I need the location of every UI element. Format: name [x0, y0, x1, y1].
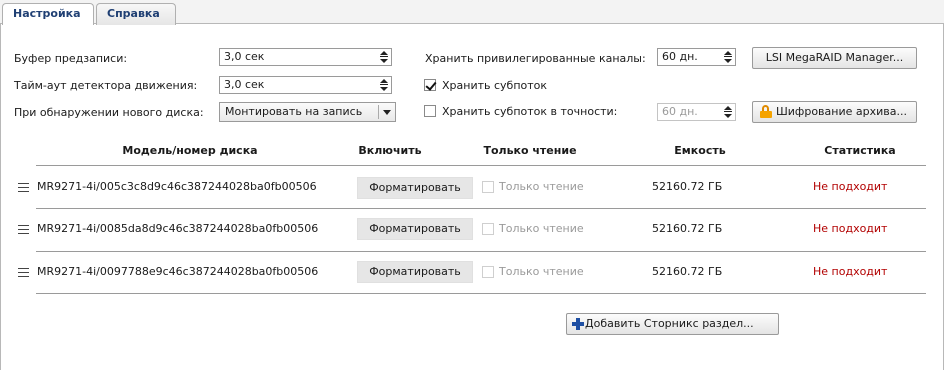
column-header-model: Модель/номер диска [122, 144, 258, 157]
spin-arrows-icon[interactable] [379, 77, 389, 93]
disk-capacity: 52160.72 ГБ [652, 180, 723, 193]
encrypt-archive-button[interactable]: Шифрование архива... [752, 101, 917, 123]
disk-capacity: 52160.72 ГБ [652, 222, 723, 235]
lock-icon [760, 105, 772, 118]
keep-substream-exact-value: 60 дн. [662, 105, 698, 118]
add-partition-button[interactable]: Добавить Сторникс раздел... [566, 313, 779, 335]
privileged-channels-value: 60 дн. [662, 50, 698, 63]
privileged-channels-label: Хранить привилегированные каналы: [425, 52, 646, 65]
new-disk-label: При обнаружении нового диска: [14, 106, 204, 119]
column-header-capacity: Емкость [674, 144, 726, 157]
prebuffer-label: Буфер предзаписи: [14, 52, 128, 65]
prebuffer-spinbox[interactable]: 3,0 сек [219, 48, 392, 66]
plus-icon [572, 318, 584, 330]
readonly-checkbox[interactable] [482, 181, 494, 193]
format-button[interactable]: Форматировать [357, 177, 473, 199]
drag-handle-icon[interactable] [18, 225, 29, 234]
tab-bar: Настройка Справка [0, 0, 944, 25]
tab-help[interactable]: Справка [96, 3, 176, 25]
new-disk-combobox[interactable]: Монтировать на запись [219, 102, 396, 122]
table-divider [36, 165, 926, 166]
prebuffer-value: 3,0 сек [224, 50, 265, 63]
encrypt-archive-label: Шифрование архива... [776, 105, 907, 118]
disk-model: MR9271-4i/005c3c8d9c46c387244028ba0fb005… [37, 180, 317, 193]
readonly-checkbox[interactable] [482, 223, 494, 235]
column-header-enable: Включить [358, 144, 422, 157]
table-divider [36, 208, 926, 209]
disk-status: Не подходит [813, 180, 888, 193]
drag-handle-icon[interactable] [18, 268, 29, 277]
add-partition-label: Добавить Сторникс раздел... [585, 317, 754, 330]
motion-timeout-label: Тайм-аут детектора движения: [14, 79, 198, 92]
readonly-checkbox[interactable] [482, 266, 494, 278]
new-disk-value: Монтировать на запись [225, 105, 363, 118]
readonly-label: Только чтение [499, 222, 584, 235]
panel-border [0, 24, 1, 370]
keep-substream-exact-label: Хранить субпоток в точности: [442, 105, 618, 118]
disk-status: Не подходит [813, 265, 888, 278]
spin-arrows-icon[interactable] [379, 49, 389, 65]
format-button[interactable]: Форматировать [357, 261, 473, 283]
readonly-label: Только чтение [499, 265, 584, 278]
disk-model: MR9271-4i/0085da8d9c46c387244028ba0fb005… [37, 222, 319, 235]
keep-substream-exact-spinbox[interactable]: 60 дн. [657, 103, 736, 121]
column-header-statistics: Статистика [824, 144, 896, 157]
lsi-megaraid-button[interactable]: LSI MegaRAID Manager... [752, 47, 917, 69]
privileged-channels-spinbox[interactable]: 60 дн. [657, 48, 736, 66]
disk-model: MR9271-4i/0097788e9c46c387244028ba0fb005… [37, 265, 319, 278]
combo-separator [378, 105, 379, 119]
table-divider [36, 251, 926, 252]
keep-substream-label: Хранить субпоток [442, 79, 548, 92]
motion-timeout-value: 3,0 сек [224, 78, 265, 91]
keep-substream-checkbox[interactable] [424, 79, 436, 91]
chevron-down-icon[interactable] [383, 110, 391, 115]
spin-arrows-icon[interactable] [723, 104, 733, 120]
column-header-readonly: Только чтение [483, 144, 577, 157]
readonly-label: Только чтение [499, 180, 584, 193]
motion-timeout-spinbox[interactable]: 3,0 сек [219, 76, 392, 94]
table-divider [36, 293, 926, 294]
keep-substream-exact-checkbox[interactable] [424, 105, 436, 117]
spin-arrows-icon[interactable] [723, 49, 733, 65]
format-button[interactable]: Форматировать [357, 218, 473, 240]
tab-settings[interactable]: Настройка [2, 3, 94, 25]
drag-handle-icon[interactable] [18, 183, 29, 192]
disk-status: Не подходит [813, 222, 888, 235]
disk-capacity: 52160.72 ГБ [652, 265, 723, 278]
